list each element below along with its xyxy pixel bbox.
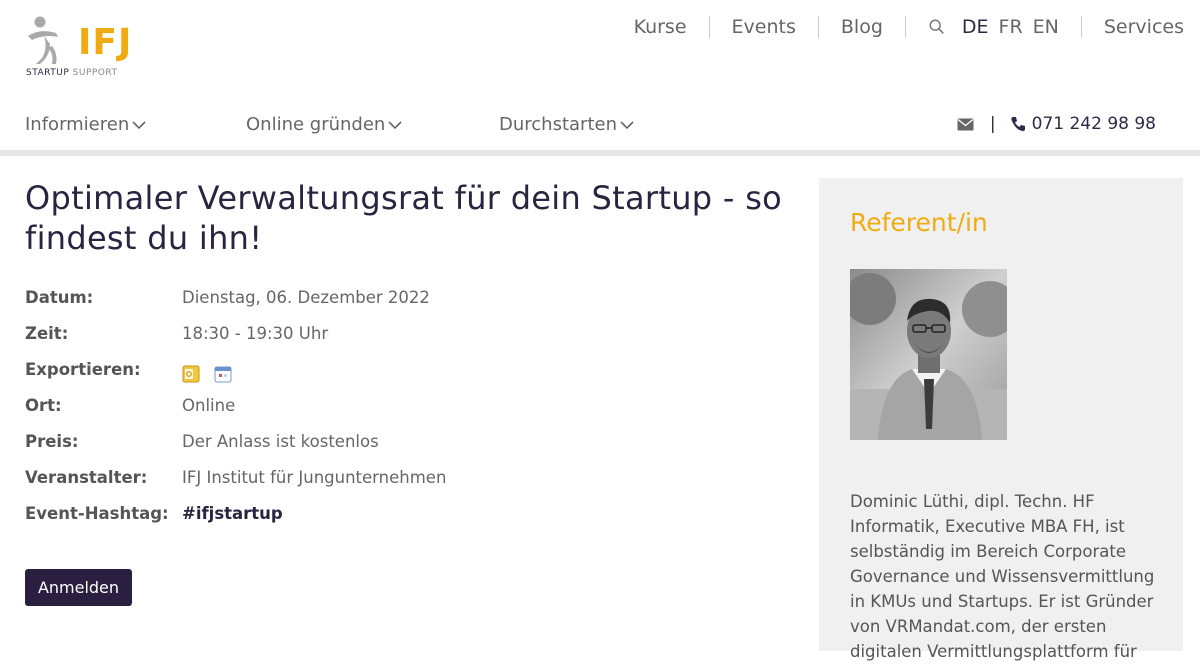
tagline-light: SUPPORT [72,68,118,78]
detail-label: Exportieren: [25,360,141,379]
speaker-heading: Referent/in [850,208,988,237]
menu-label: Durchstarten [499,114,617,135]
detail-value: Online [182,396,236,415]
chevron-down-icon [132,120,146,129]
detail-label: Event-Hashtag: [25,504,169,523]
ifj-logo[interactable]: IFJ STARTUP SUPPORT [24,14,144,80]
detail-label: Veranstalter: [25,468,148,487]
register-button[interactable]: Anmelden [25,569,132,606]
outlook-export-icon[interactable] [182,365,200,383]
menu-durchstarten[interactable]: Durchstarten [499,114,634,135]
contact-separator: | [989,114,996,134]
divider [1080,16,1082,38]
contact-bar: | 071 242 98 98 [957,114,1156,134]
event-title: Optimaler Verwaltungsrat für dein Startu… [25,179,783,257]
nav-link-events[interactable]: Events [732,16,796,38]
speaker-photo [850,269,1007,440]
menu-online-gruenden[interactable]: Online gründen [246,114,402,135]
detail-label: Zeit: [25,324,69,343]
menu-informieren[interactable]: Informieren [25,114,146,135]
menu-label: Online gründen [246,114,386,135]
language-fr[interactable]: FR [999,16,1023,38]
divider [708,16,710,38]
nav-link-kurse[interactable]: Kurse [634,16,687,38]
chevron-down-icon [388,120,402,129]
speaker-sidebar: Referent/in Dominic Lüthi, dipl. Techn. … [819,178,1183,661]
detail-label: Datum: [25,288,94,307]
tagline-bold: STARTUP [26,68,70,78]
menu-label: Informieren [25,114,130,135]
top-navigation: Kurse Events Blog DE FR EN Services [634,14,1184,40]
divider [904,16,906,38]
phone-number-link[interactable]: 071 242 98 98 [1032,114,1156,134]
speaker-bio: Dominic Lüthi, dipl. Techn. HF Informati… [850,491,1155,661]
detail-label: Preis: [25,432,79,451]
chevron-down-icon [620,120,634,129]
nav-link-services[interactable]: Services [1104,16,1184,38]
hashtag-link[interactable]: #ifjstartup [182,504,283,523]
runner-logo-icon [28,16,58,64]
ical-export-icon[interactable] [214,365,232,383]
nav-link-blog[interactable]: Blog [841,16,883,38]
search-icon[interactable] [928,18,946,36]
detail-label: Ort: [25,396,62,415]
logo-tagline: STARTUP SUPPORT [26,68,118,78]
logo-wordmark: IFJ [78,22,133,63]
language-en[interactable]: EN [1033,16,1059,38]
divider [817,16,819,38]
detail-value: Der Anlass ist kostenlos [182,432,379,451]
export-icons [182,360,232,383]
detail-value: IFJ Institut für Jungunternehmen [182,468,447,487]
detail-value: Dienstag, 06. Dezember 2022 [182,288,430,307]
envelope-icon[interactable] [957,118,974,131]
header-divider [0,150,1200,156]
detail-value: 18:30 - 19:30 Uhr [182,324,329,343]
language-de[interactable]: DE [962,16,989,38]
phone-icon [1011,117,1025,131]
